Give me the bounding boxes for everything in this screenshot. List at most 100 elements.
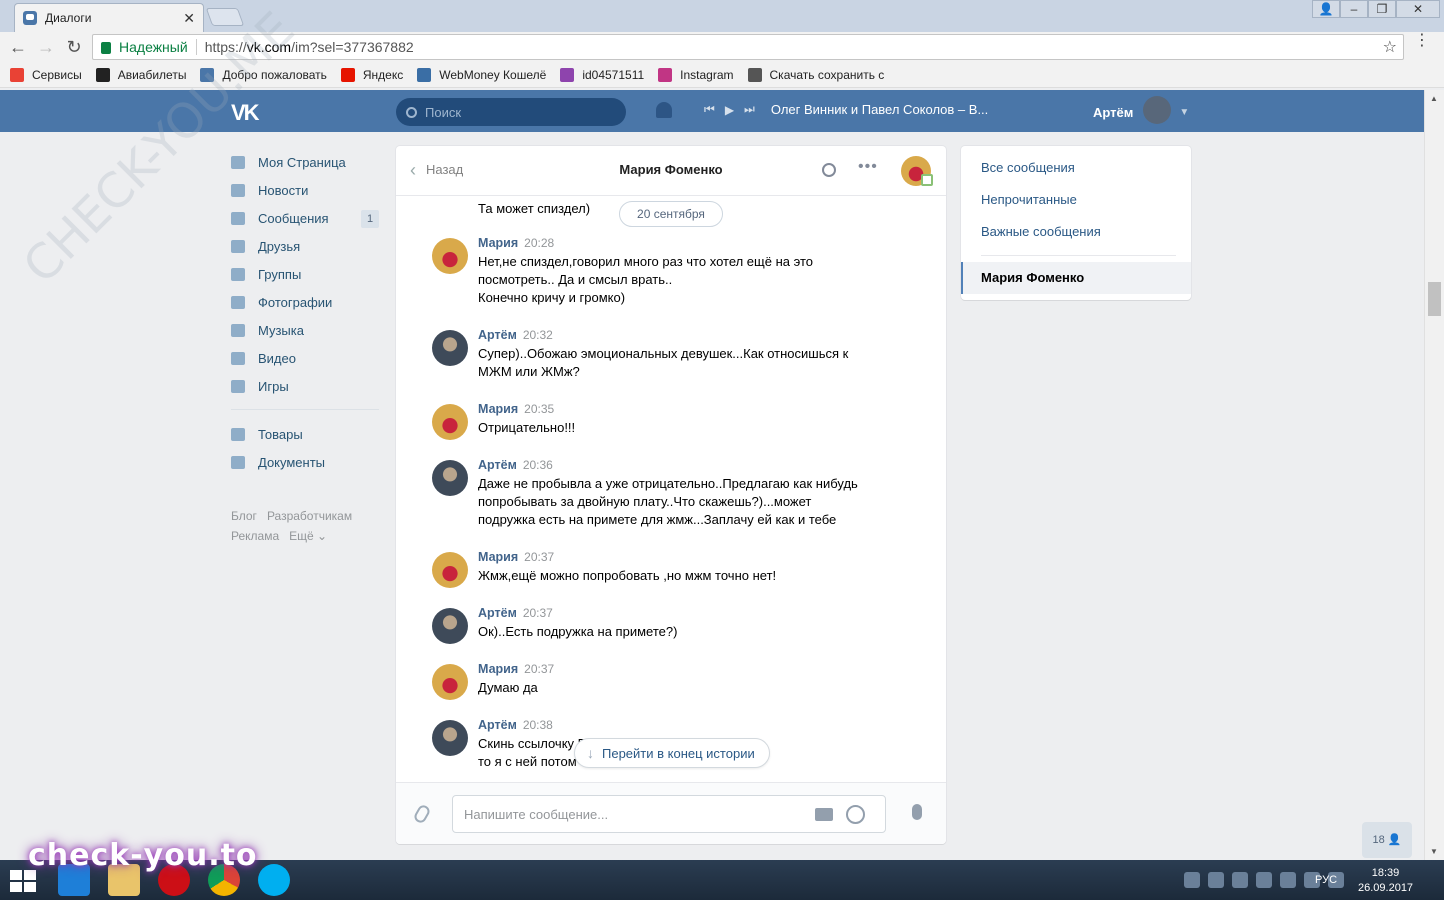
bookmark-label: Instagram xyxy=(680,67,734,82)
sidebar-item-groups[interactable]: Группы xyxy=(231,260,381,288)
message-author[interactable]: Артём 20:36 xyxy=(478,458,553,472)
profile-icon[interactable]: 👤 xyxy=(1312,0,1340,18)
author-name[interactable]: Мария xyxy=(478,236,518,250)
bookmark-item[interactable]: Instagram xyxy=(658,67,734,82)
tray-app-icon[interactable] xyxy=(1256,872,1272,888)
avatar[interactable] xyxy=(432,608,468,644)
author-name[interactable]: Артём xyxy=(478,328,517,342)
sidebar-item-friends[interactable]: Друзья xyxy=(231,232,381,260)
avatar[interactable] xyxy=(432,720,468,756)
tray-app-icon[interactable] xyxy=(1232,872,1248,888)
filter-all[interactable]: Все сообщения xyxy=(961,152,1191,184)
sidebar-item-label: Музыка xyxy=(258,322,304,338)
message-author[interactable]: Мария 20:37 xyxy=(478,550,554,564)
author-name[interactable]: Мария xyxy=(478,402,518,416)
user-menu[interactable]: Артём ▼ xyxy=(1093,96,1189,124)
sidebar-item-video[interactable]: Видео xyxy=(231,344,381,372)
scroll-up-icon[interactable]: ▲ xyxy=(1430,94,1438,103)
avatar[interactable] xyxy=(432,664,468,700)
new-tab-button[interactable] xyxy=(205,8,245,26)
bookmark-item[interactable]: Яндекс xyxy=(340,67,403,82)
viber-icon[interactable] xyxy=(1184,872,1200,888)
tray-app-icon[interactable] xyxy=(1280,872,1296,888)
message-author[interactable]: Артём 20:37 xyxy=(478,606,553,620)
search-icon[interactable] xyxy=(822,163,836,177)
dialog-panel: ‹ Назад Мария Фоменко ••• Та может спизде… xyxy=(396,146,946,844)
message-author[interactable]: Артём 20:38 xyxy=(478,718,553,732)
prev-track-icon[interactable]: ⏮ xyxy=(704,102,715,117)
sidebar-item-games[interactable]: Игры xyxy=(231,372,381,400)
browser-tab[interactable]: Диалоги ✕ xyxy=(14,3,204,32)
jump-to-end-button[interactable]: ↓ Перейти в конец истории xyxy=(574,738,770,768)
search-input[interactable]: Поиск xyxy=(396,98,626,126)
avatar[interactable] xyxy=(432,238,468,274)
sidebar-item-document[interactable]: Документы xyxy=(231,448,381,476)
reload-icon[interactable]: ↻ xyxy=(60,37,88,58)
messages-filter-panel: Все сообщения Непрочитанные Важные сообщ… xyxy=(961,146,1191,300)
message-author[interactable]: Мария 20:28 xyxy=(478,236,554,250)
message-history: Та может спиздел) 20 сентября Мария 20:28… xyxy=(396,196,946,782)
maximize-button[interactable]: ❐ xyxy=(1368,0,1396,18)
close-window-button[interactable]: ✕ xyxy=(1396,0,1440,18)
footer-link-blog[interactable]: Блог xyxy=(231,509,257,523)
microphone-icon[interactable] xyxy=(912,804,922,820)
avatar[interactable] xyxy=(432,552,468,588)
message-author[interactable]: Мария 20:35 xyxy=(478,402,554,416)
sidebar-item-news[interactable]: Новости xyxy=(231,176,381,204)
avatar[interactable] xyxy=(432,404,468,440)
more-icon[interactable]: ••• xyxy=(858,158,878,176)
filter-unread[interactable]: Непрочитанные xyxy=(961,184,1191,216)
avatar[interactable] xyxy=(432,330,468,366)
author-name[interactable]: Артём xyxy=(478,718,517,732)
message-author[interactable]: Мария 20:37 xyxy=(478,662,554,676)
bookmark-item[interactable]: WebMoney Кошелё xyxy=(417,67,546,82)
language-indicator[interactable]: РУС xyxy=(1315,874,1337,886)
next-track-icon[interactable]: ⏭ xyxy=(744,102,755,117)
skype-icon[interactable] xyxy=(258,864,290,896)
avatar[interactable] xyxy=(432,460,468,496)
tab-close-icon[interactable]: ✕ xyxy=(183,10,195,27)
sidebar-item-music[interactable]: Музыка xyxy=(231,316,381,344)
play-icon[interactable]: ▶ xyxy=(725,103,734,117)
sidebar-item-camera[interactable]: Фотографии xyxy=(231,288,381,316)
scroll-down-icon[interactable]: ▼ xyxy=(1430,847,1438,856)
bell-icon[interactable] xyxy=(656,102,672,118)
sidebar-item-messages[interactable]: Сообщения 1 xyxy=(231,204,381,232)
footer-link-ads[interactable]: Реклама xyxy=(231,529,279,543)
message-input[interactable]: Напишите сообщение... xyxy=(452,795,886,833)
tray-app-icon[interactable] xyxy=(1208,872,1224,888)
bookmark-item[interactable]: Скачать сохранить с xyxy=(747,67,885,82)
author-name[interactable]: Артём xyxy=(478,606,517,620)
back-arrow-icon[interactable]: ← xyxy=(4,37,32,58)
bookmark-item[interactable]: Авиабилеты xyxy=(95,67,187,82)
filter-important[interactable]: Важные сообщения xyxy=(961,216,1191,248)
footer-link-dev[interactable]: Разработчикам xyxy=(267,509,352,523)
bookmark-item[interactable]: Сервисы xyxy=(10,67,82,82)
camera-icon[interactable] xyxy=(815,808,833,821)
attach-icon[interactable] xyxy=(412,803,432,825)
track-title[interactable]: Олег Винник и Павел Соколов – В... xyxy=(771,102,988,117)
message-author[interactable]: Артём 20:32 xyxy=(478,328,553,342)
bookmark-label: Авиабилеты xyxy=(117,67,187,82)
sidebar-item-home[interactable]: Моя Страница xyxy=(231,148,381,176)
author-name[interactable]: Мария xyxy=(478,550,518,564)
minimize-button[interactable]: – xyxy=(1340,0,1368,18)
clock[interactable]: 18:39 26.09.2017 xyxy=(1358,866,1413,896)
bookmark-label: Скачать сохранить с xyxy=(769,67,885,82)
bookmark-star-icon[interactable]: ☆ xyxy=(1383,37,1397,57)
vk-favicon-icon xyxy=(23,11,37,25)
browser-menu-icon[interactable]: ⋮ xyxy=(1414,33,1430,49)
author-name[interactable]: Артём xyxy=(478,458,517,472)
scroll-thumb[interactable] xyxy=(1428,282,1441,316)
windows-start-icon[interactable] xyxy=(10,870,36,892)
footer-link-more[interactable]: Ещё ⌄ xyxy=(289,529,327,543)
bookmark-item[interactable]: id04571511 xyxy=(560,67,644,82)
emoji-icon[interactable] xyxy=(846,805,865,824)
forward-arrow-icon[interactable]: → xyxy=(32,37,60,58)
selected-dialog[interactable]: Мария Фоменко xyxy=(961,262,1191,294)
page-scrollbar[interactable]: ▲ ▼ xyxy=(1424,90,1444,860)
online-friends-button[interactable]: 18 👤 xyxy=(1362,822,1412,858)
author-name[interactable]: Мария xyxy=(478,662,518,676)
sidebar-item-bag[interactable]: Товары xyxy=(231,420,381,448)
avatar[interactable] xyxy=(901,156,933,186)
